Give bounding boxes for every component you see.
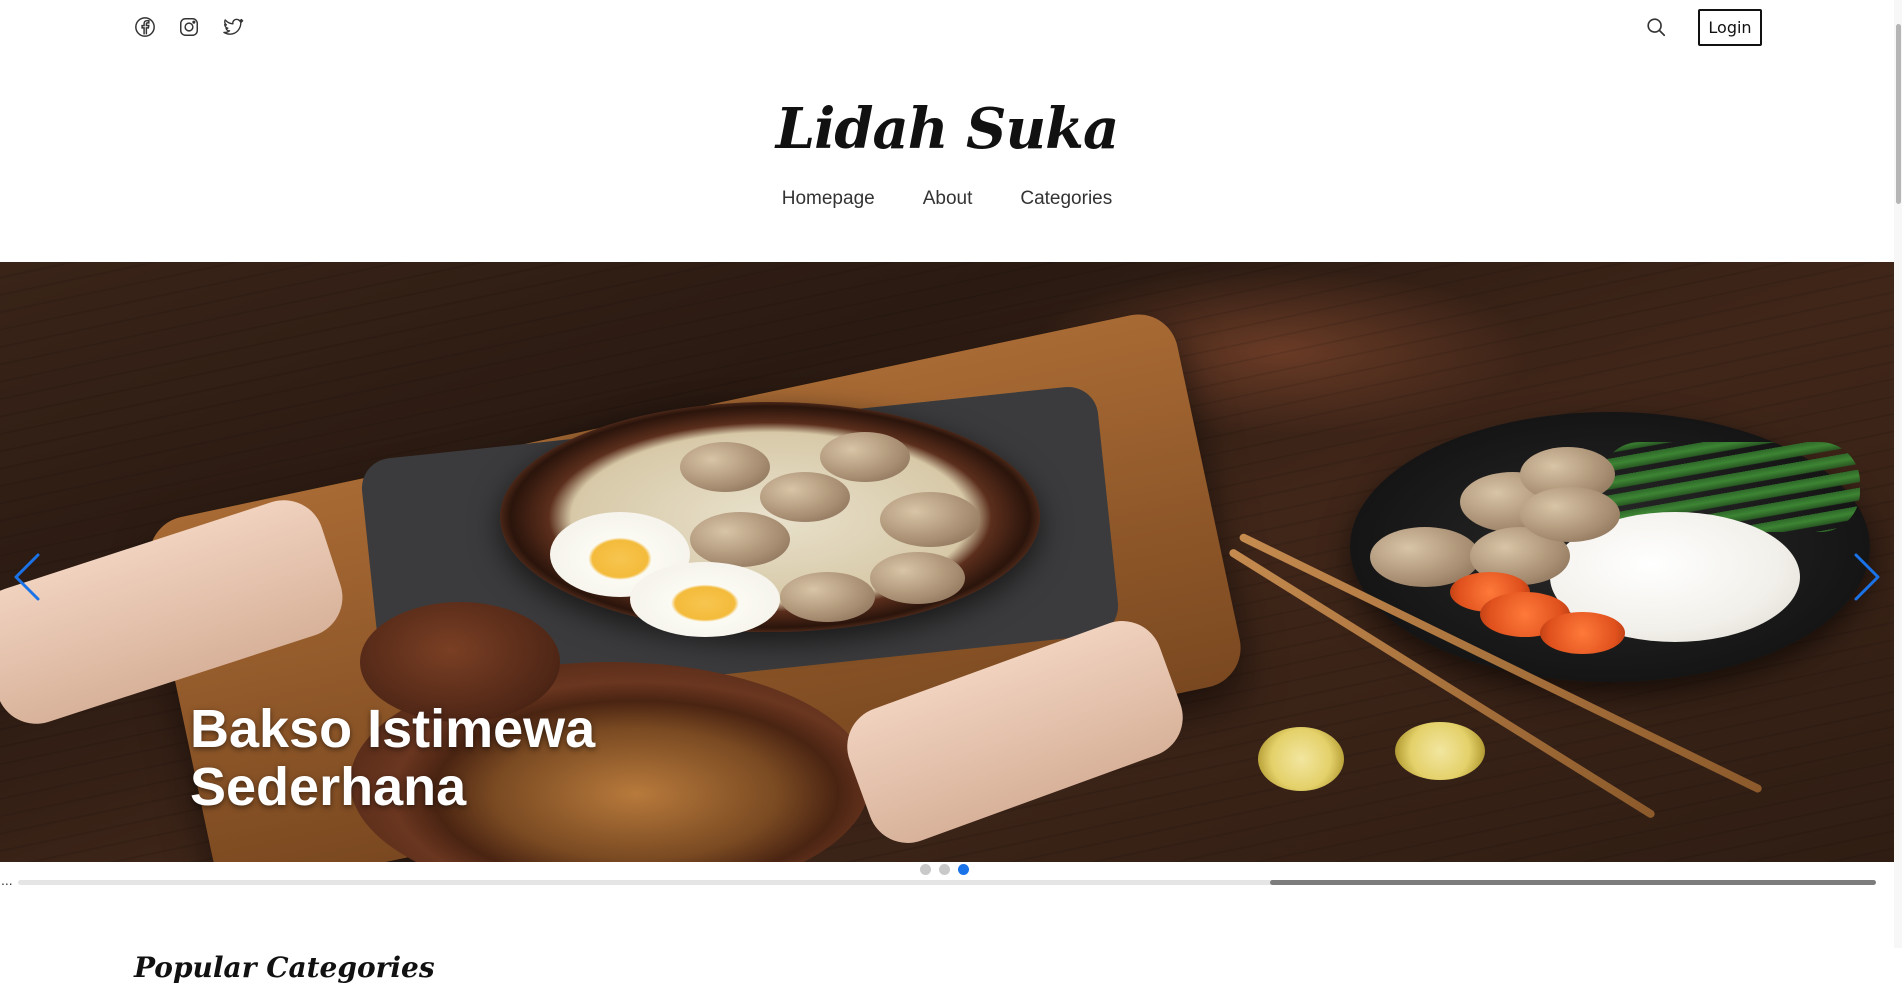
site-logo[interactable]: Lidah Suka (0, 96, 1894, 162)
nav-item-homepage[interactable]: Homepage (782, 188, 875, 210)
social-links (134, 16, 244, 38)
twitter-icon[interactable] (222, 16, 244, 38)
carousel-pagination (920, 864, 969, 875)
hero-caption-line2: Sederhana (190, 757, 467, 817)
pagination-dot[interactable] (920, 864, 931, 875)
nav-item-categories[interactable]: Categories (1020, 188, 1112, 210)
top-bar: Login (0, 0, 1894, 60)
login-button[interactable]: Login (1698, 9, 1762, 46)
hero-caption[interactable]: Bakso Istimewa Sederhana (190, 700, 790, 816)
section-title: Popular Categories (134, 951, 435, 985)
chevron-right-icon[interactable] (1848, 547, 1884, 607)
hero-carousel[interactable]: Bakso Istimewa Sederhana (0, 262, 1894, 862)
facebook-icon[interactable] (134, 16, 156, 38)
ellipsis-text: ... (1, 872, 13, 888)
search-icon[interactable] (1645, 16, 1667, 38)
instagram-icon[interactable] (178, 16, 200, 38)
horizontal-scrollbar-thumb[interactable] (1270, 880, 1876, 885)
nav-item-about[interactable]: About (923, 188, 973, 210)
pagination-dot-active[interactable] (958, 864, 969, 875)
pagination-dot[interactable] (939, 864, 950, 875)
vertical-scrollbar-thumb[interactable] (1896, 24, 1901, 204)
hero-caption-line1: Bakso Istimewa (190, 699, 596, 759)
horizontal-scrollbar[interactable] (18, 880, 1876, 885)
main-nav: Homepage About Categories (0, 188, 1894, 210)
chevron-left-icon[interactable] (10, 547, 46, 607)
vertical-scrollbar[interactable] (1894, 0, 1902, 948)
